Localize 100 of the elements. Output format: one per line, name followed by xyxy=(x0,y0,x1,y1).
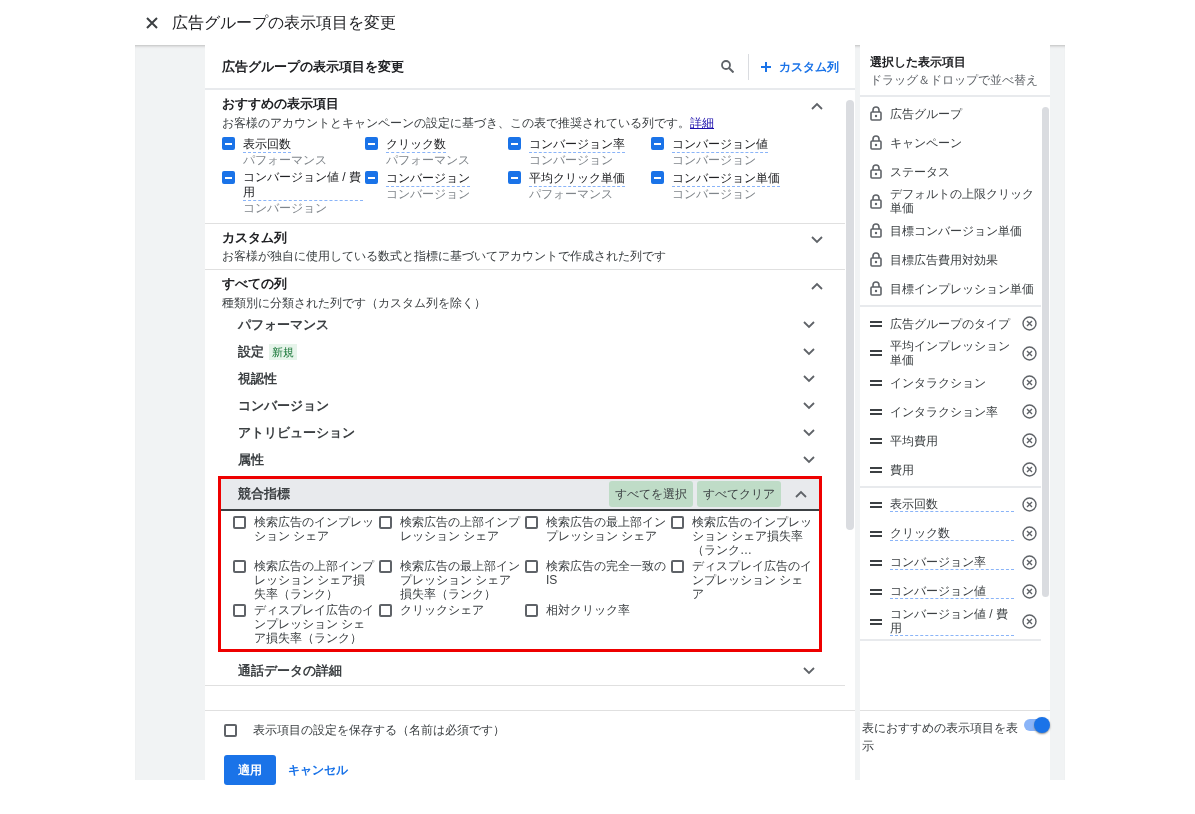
lock-icon xyxy=(870,106,882,121)
checkbox[interactable] xyxy=(651,170,664,184)
drag-handle-icon[interactable] xyxy=(870,408,882,415)
search-icon[interactable] xyxy=(721,60,734,73)
remove-icon[interactable] xyxy=(1021,433,1037,448)
select-all-button[interactable]: すべてを選択 xyxy=(609,480,693,507)
chevron-down-icon[interactable] xyxy=(803,375,815,383)
remove-icon[interactable] xyxy=(1021,345,1037,361)
column-name: 平均費用 xyxy=(890,433,939,448)
checkbox[interactable] xyxy=(365,170,378,184)
checkbox[interactable] xyxy=(233,515,246,529)
column-label: 検索広告の上部インプレッション シェア xyxy=(400,514,522,543)
column-category: コンバージョン xyxy=(386,186,470,201)
column-name: 目標インプレッション単価 xyxy=(890,281,1035,296)
chevron-down-icon[interactable] xyxy=(803,402,815,410)
column-name: 平均インプレッション単価 xyxy=(890,339,1011,367)
drag-handle-icon[interactable] xyxy=(870,559,882,566)
close-icon[interactable] xyxy=(146,16,158,29)
remove-icon[interactable] xyxy=(1021,316,1037,331)
column-name: 表示回数 xyxy=(243,136,291,153)
custom-column-button[interactable]: カスタム列 xyxy=(748,53,839,80)
column-name: クリック数 xyxy=(890,526,1014,541)
column-name: インタラクション率 xyxy=(890,404,999,419)
category-name: パフォーマンス xyxy=(238,316,329,335)
checkbox[interactable] xyxy=(222,170,235,184)
remove-icon[interactable] xyxy=(1021,584,1037,599)
column-name: コンバージョン率 xyxy=(890,555,1014,570)
checkbox[interactable] xyxy=(224,724,237,737)
column-name: コンバージョン値 xyxy=(890,584,1014,599)
checkbox[interactable] xyxy=(233,559,246,573)
drag-handle-icon[interactable] xyxy=(870,379,882,386)
drag-handle-icon[interactable] xyxy=(870,466,882,473)
column-name: コンバージョン値 / 費用 xyxy=(890,607,1014,636)
checkbox[interactable] xyxy=(525,515,538,529)
checkbox[interactable] xyxy=(379,515,392,529)
chevron-up-icon[interactable] xyxy=(795,489,807,498)
chevron-up-icon[interactable] xyxy=(811,282,823,290)
checkbox[interactable] xyxy=(222,136,235,150)
cancel-button[interactable]: キャンセル xyxy=(276,755,360,785)
column-name: コンバージョン率 xyxy=(529,136,625,153)
drag-handle-icon[interactable] xyxy=(870,618,882,625)
section-description: お客様が独自に使用している数式と指標に基づいてアカウントで作成された列です xyxy=(222,248,667,265)
drag-handle-icon[interactable] xyxy=(870,530,882,537)
remove-icon[interactable] xyxy=(1021,555,1037,570)
apply-button[interactable]: 適用 xyxy=(224,755,276,785)
checkbox[interactable] xyxy=(365,136,378,150)
column-name: クリック数 xyxy=(386,136,446,153)
drag-handle-icon[interactable] xyxy=(870,588,882,595)
checkbox[interactable] xyxy=(671,515,684,529)
details-link[interactable]: 詳細 xyxy=(690,115,714,130)
column-category: パフォーマンス xyxy=(386,152,470,167)
column-name: 目標広告費用対効果 xyxy=(890,252,999,267)
column-category: コンバージョン xyxy=(243,200,328,215)
chevron-down-icon[interactable] xyxy=(811,235,823,244)
remove-icon[interactable] xyxy=(1021,614,1037,629)
column-label: 検索広告の最上部インプレッション シェア損失率（ランク） xyxy=(400,558,521,601)
drag-handle-icon[interactable] xyxy=(870,437,882,444)
checkbox[interactable] xyxy=(525,559,538,573)
column-label: 検索広告のインプレッション シェア xyxy=(254,514,375,543)
drag-handle-icon[interactable] xyxy=(870,320,882,327)
chevron-down-icon[interactable] xyxy=(803,456,815,464)
checkbox[interactable] xyxy=(233,603,246,617)
checkbox[interactable] xyxy=(379,559,392,573)
column-category: パフォーマンス xyxy=(529,186,614,201)
drag-handle-icon[interactable] xyxy=(870,501,882,508)
remove-icon[interactable] xyxy=(1021,404,1037,419)
section-description: お客様のアカウントとキャンペーンの設定に基づき、この表で推奨されている列です。詳細 xyxy=(222,114,715,132)
remove-icon[interactable] xyxy=(1021,375,1037,390)
category-name: アトリビューション xyxy=(238,424,355,443)
remove-icon[interactable] xyxy=(1021,526,1037,541)
checkbox[interactable] xyxy=(671,559,684,573)
column-name: ステータス xyxy=(890,164,951,179)
checkbox[interactable] xyxy=(508,136,521,150)
category-name: 通話データの詳細 xyxy=(238,662,342,681)
checkbox[interactable] xyxy=(508,170,521,184)
column-category: コンバージョン xyxy=(672,152,757,167)
checkbox[interactable] xyxy=(525,603,538,617)
chevron-down-icon[interactable] xyxy=(803,348,815,356)
scrollbar[interactable] xyxy=(1041,107,1049,597)
checkbox[interactable] xyxy=(379,603,392,617)
chevron-down-icon[interactable] xyxy=(803,321,815,329)
lock-icon xyxy=(870,281,882,296)
scrollbar[interactable] xyxy=(846,100,854,530)
column-name: 費用 xyxy=(890,462,915,477)
lock-icon xyxy=(870,164,882,179)
section-title: すべての列 xyxy=(222,275,288,293)
column-label: 検索広告の上部インプレッション シェア損失率（ランク） xyxy=(254,558,376,601)
chevron-up-icon[interactable] xyxy=(811,102,823,110)
clear-all-button[interactable]: すべてクリア xyxy=(697,480,781,507)
column-name: キャンペーン xyxy=(890,135,963,150)
column-label: クリックシェア xyxy=(400,602,485,617)
drag-handle-icon[interactable] xyxy=(870,350,882,356)
toggle-switch[interactable] xyxy=(1024,719,1048,731)
remove-icon[interactable] xyxy=(1021,497,1037,512)
panel-title: 広告グループの表示項目を変更 xyxy=(222,57,405,76)
checkbox[interactable] xyxy=(651,136,664,150)
remove-icon[interactable] xyxy=(1021,462,1037,477)
chevron-down-icon[interactable] xyxy=(803,429,815,437)
chevron-down-icon[interactable] xyxy=(803,667,815,675)
subtitle: ドラッグ＆ドロップで並べ替え xyxy=(870,72,1039,89)
